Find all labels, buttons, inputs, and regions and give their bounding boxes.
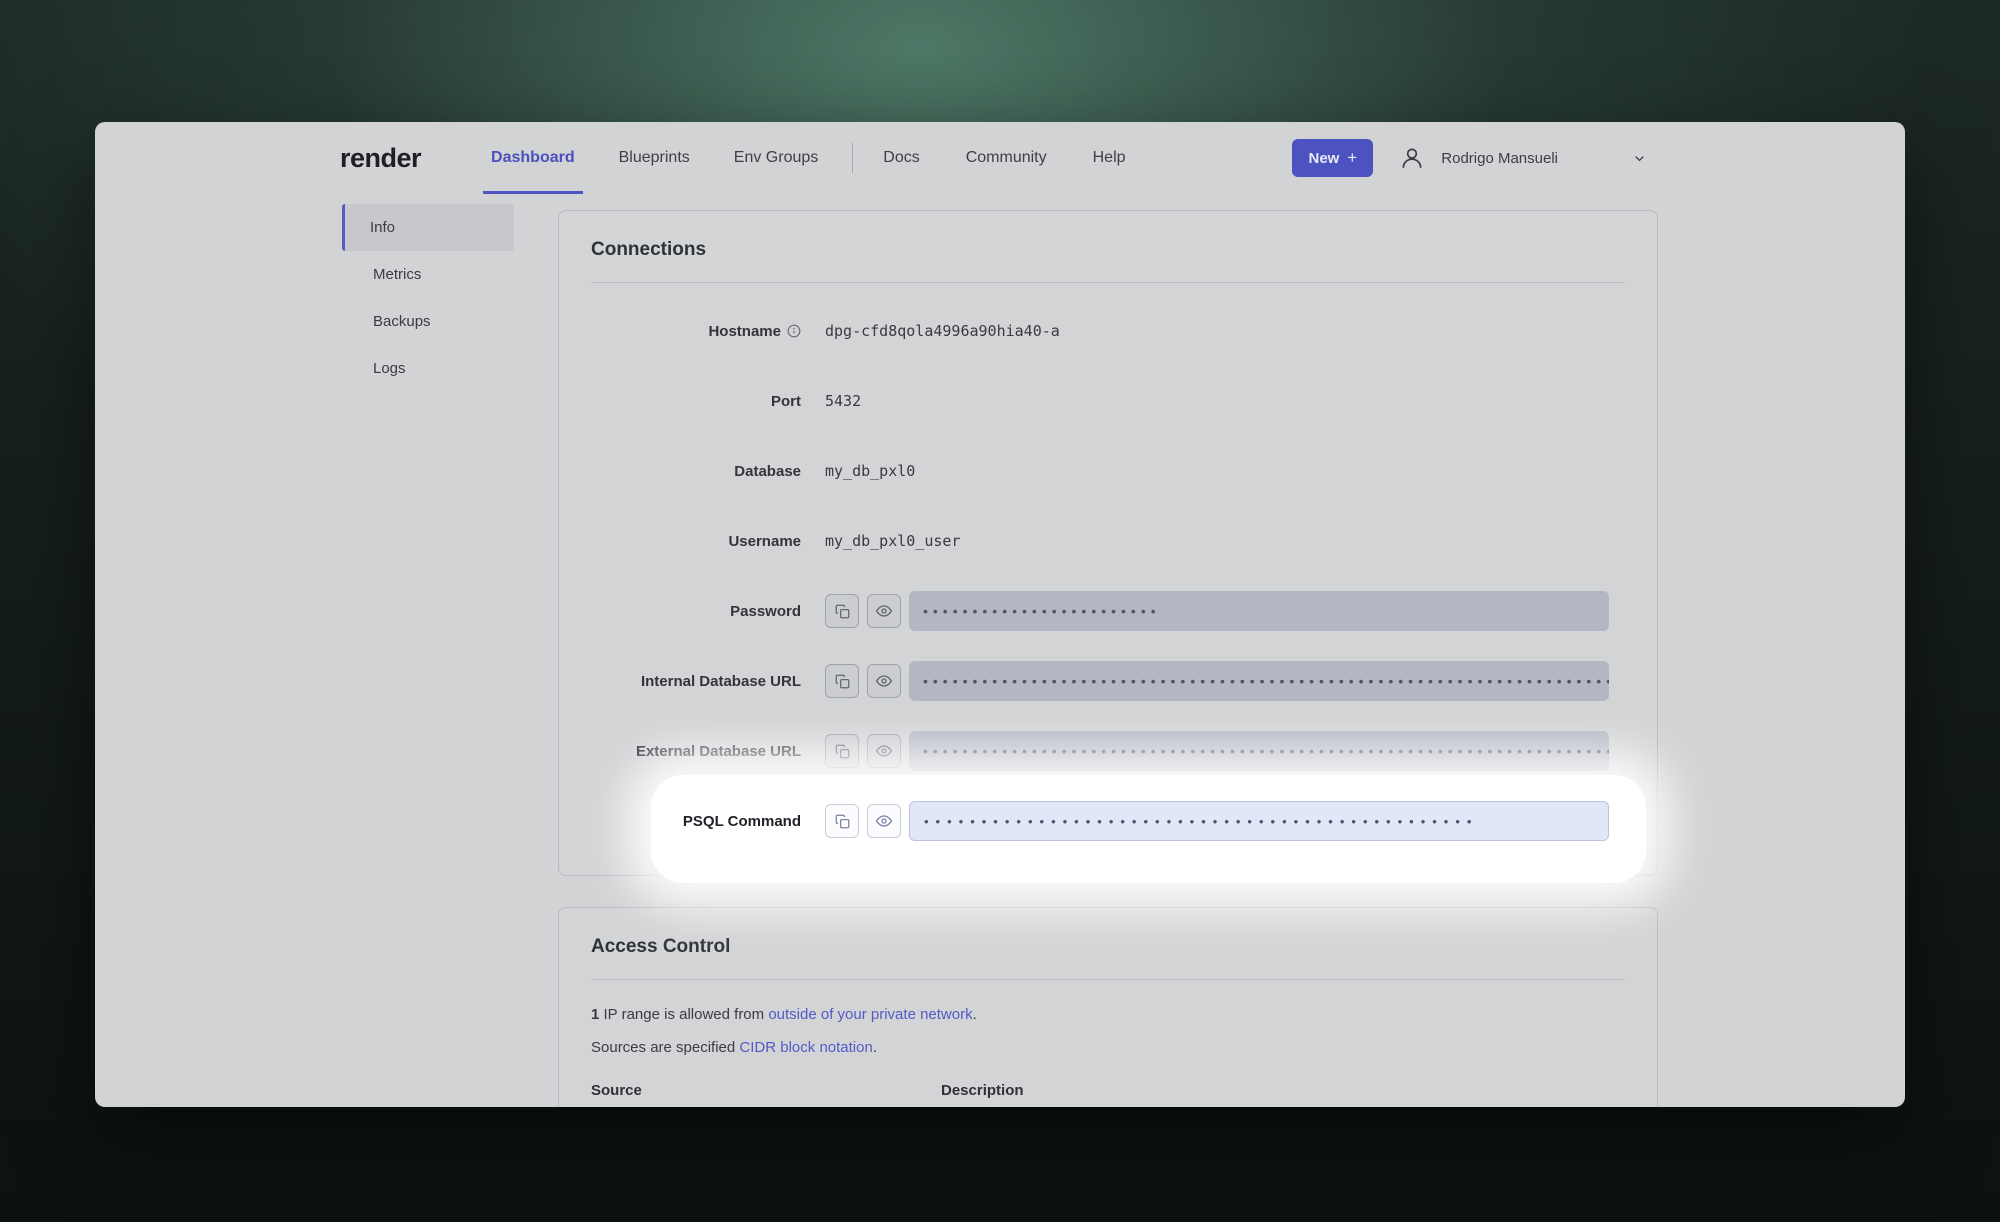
top-nav: render Dashboard Blueprints Env Groups D…	[95, 122, 1905, 194]
external-db-url-label: External Database URL	[591, 743, 801, 760]
username-row: Username my_db_pxl0_user	[591, 506, 1625, 576]
access-control-title: Access Control	[591, 936, 1625, 958]
username-label: Username	[591, 533, 801, 550]
database-row: Database my_db_pxl0	[591, 436, 1625, 506]
hostname-row: Hostname dpg-cfd8qola4996a90hia40-a	[591, 296, 1625, 366]
cidr-notation-link[interactable]: CIDR block notation	[739, 1039, 872, 1056]
masked-dots: ••••••••••••••••••••••••••••••••••••••••…	[923, 673, 1609, 689]
nav-link-community[interactable]: Community	[966, 122, 1047, 194]
password-masked-field[interactable]: ••••••••••••••••••••••••	[909, 591, 1609, 631]
nav-tab-blueprints[interactable]: Blueprints	[619, 122, 690, 194]
secondary-nav: Docs Community Help	[883, 122, 1125, 194]
hostname-label: Hostname	[591, 323, 801, 340]
psql-command-masked-field[interactable]: ••••••••••••••••••••••••••••••••••••••••…	[909, 801, 1609, 841]
masked-dots: ••••••••••••••••••••••••	[923, 603, 1161, 619]
masked-dots: ••••••••••••••••••••••••••••••••••••••••…	[924, 814, 1478, 829]
access-control-panel: Access Control 1 IP range is allowed fro…	[558, 907, 1658, 1107]
user-avatar-icon[interactable]	[1399, 145, 1425, 171]
nav-divider	[852, 143, 853, 173]
nav-link-docs[interactable]: Docs	[883, 122, 919, 194]
column-description: Description	[941, 1082, 1024, 1099]
external-db-url-masked-field[interactable]: ••••••••••••••••••••••••••••••••••••••••…	[909, 731, 1609, 771]
sidebar-item-info[interactable]: Info	[342, 204, 514, 251]
internal-db-url-masked-field[interactable]: ••••••••••••••••••••••••••••••••••••••••…	[909, 661, 1609, 701]
internal-db-url-row: Internal Database URL ••••••••••••••••••…	[591, 646, 1625, 716]
port-label: Port	[591, 393, 801, 410]
database-label: Database	[591, 463, 801, 480]
plus-icon: +	[1347, 148, 1357, 168]
copy-button[interactable]	[825, 804, 859, 838]
reveal-button[interactable]	[867, 664, 901, 698]
connections-title: Connections	[591, 239, 1625, 261]
password-row: Password ••••••••••••••••••••••••	[591, 576, 1625, 646]
sidebar-item-logs[interactable]: Logs	[342, 345, 514, 392]
sources-text: Sources are specified CIDR block notatio…	[591, 1039, 1625, 1056]
nav-tab-dashboard[interactable]: Dashboard	[491, 122, 575, 194]
hostname-value: dpg-cfd8qola4996a90hia40-a	[825, 322, 1060, 340]
nav-link-help[interactable]: Help	[1093, 122, 1126, 194]
internal-db-url-label: Internal Database URL	[591, 673, 801, 690]
sidebar-item-backups[interactable]: Backups	[342, 298, 514, 345]
column-source: Source	[591, 1082, 941, 1099]
connections-rows: Hostname dpg-cfd8qola4996a90hia40-a Port…	[591, 296, 1625, 856]
password-label: Password	[591, 603, 801, 620]
reveal-button[interactable]	[867, 594, 901, 628]
database-value: my_db_pxl0	[825, 462, 915, 480]
nav-right-group: New + Rodrigo Mansueli	[1292, 139, 1647, 177]
connections-panel: Connections Hostname dpg-cfd8qola4996a90…	[558, 210, 1658, 876]
primary-nav: Dashboard Blueprints Env Groups	[491, 122, 818, 194]
sidebar-item-metrics[interactable]: Metrics	[342, 251, 514, 298]
chevron-down-icon[interactable]	[1632, 151, 1647, 166]
access-control-table-header: Source Description	[591, 1082, 1625, 1099]
ip-allowance-text: 1 IP range is allowed from outside of yo…	[591, 1006, 1625, 1023]
port-row: Port 5432	[591, 366, 1625, 436]
app-window: render Dashboard Blueprints Env Groups D…	[95, 122, 1905, 1107]
reveal-button[interactable]	[867, 804, 901, 838]
reveal-button[interactable]	[867, 734, 901, 768]
copy-button[interactable]	[825, 594, 859, 628]
nav-tab-env-groups[interactable]: Env Groups	[734, 122, 818, 194]
copy-button[interactable]	[825, 734, 859, 768]
masked-dots: ••••••••••••••••••••••••••••••••••••••••…	[923, 743, 1609, 759]
new-button[interactable]: New +	[1292, 139, 1373, 177]
psql-command-row: PSQL Command •••••••••••••••••••••••••••…	[591, 786, 1625, 856]
private-network-link[interactable]: outside of your private network	[768, 1006, 972, 1023]
copy-button[interactable]	[825, 664, 859, 698]
render-logo[interactable]: render	[340, 143, 421, 174]
connections-divider	[591, 282, 1625, 283]
user-name[interactable]: Rodrigo Mansueli	[1441, 150, 1558, 167]
info-icon[interactable]	[787, 324, 801, 338]
psql-command-label: PSQL Command	[591, 813, 801, 830]
port-value: 5432	[825, 392, 861, 410]
sidebar: Info Metrics Backups Logs	[342, 204, 514, 392]
access-control-divider	[591, 979, 1625, 980]
new-button-label: New	[1308, 150, 1339, 167]
username-value: my_db_pxl0_user	[825, 532, 960, 550]
